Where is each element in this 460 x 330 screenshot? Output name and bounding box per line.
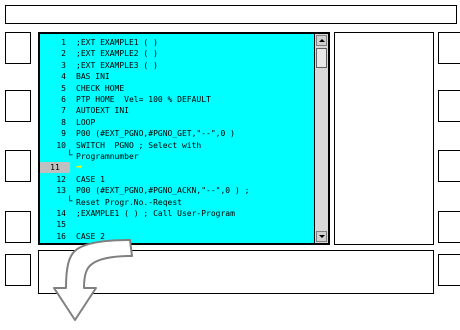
code-text: ;EXT EXAMPLE3 ( ) xyxy=(76,60,158,70)
code-line[interactable]: 12 CASE 1 xyxy=(40,174,314,185)
right-softkey-5[interactable] xyxy=(438,254,460,286)
code-line[interactable]: 8 LOOP xyxy=(40,117,314,128)
line-wrap-icon xyxy=(67,151,72,162)
code-text: Reset Progr.No.-Reqest xyxy=(76,197,182,207)
left-softkey-1[interactable] xyxy=(5,32,31,64)
code-text: AUTOEXT INI xyxy=(76,106,129,116)
line-number: 7 xyxy=(61,106,66,116)
code-text: P00 (#EXT_PGNO,#PGNO_GET,"--",0 ) xyxy=(76,129,235,139)
left-softkey-3[interactable] xyxy=(5,150,31,182)
right-softkey-4[interactable] xyxy=(438,211,460,243)
code-line[interactable]: 5 CHECK HOME xyxy=(40,83,314,94)
code-text: ;EXT EXAMPLE2 ( ) xyxy=(76,49,158,59)
line-number: 5 xyxy=(61,83,66,93)
scroll-down-button[interactable] xyxy=(316,231,327,242)
code-text: Programnumber xyxy=(76,152,139,161)
code-line[interactable]: 1 ;EXT EXAMPLE1 ( ) xyxy=(40,37,314,48)
code-line[interactable]: 15 xyxy=(40,219,314,230)
line-number: 14 xyxy=(56,209,66,218)
scroll-up-button[interactable] xyxy=(316,35,327,46)
code-line[interactable]: 3 ;EXT EXAMPLE3 ( ) xyxy=(40,60,314,71)
status-bar xyxy=(5,5,457,24)
code-line[interactable]: 11 ➡ xyxy=(40,162,314,174)
line-number: 11 xyxy=(40,162,70,174)
line-number: 9 xyxy=(61,129,66,139)
line-number: 2 xyxy=(61,49,66,59)
triangle-up-icon xyxy=(319,39,325,42)
code-line[interactable]: 4 BAS INI xyxy=(40,71,314,82)
right-softkey-2[interactable] xyxy=(438,90,460,122)
code-text: P00 (#EXT_PGNO,#PGNO_ACKN,"--",0 ) ; xyxy=(76,186,250,196)
line-wrap-icon xyxy=(67,197,72,208)
left-softkey-5[interactable] xyxy=(5,254,31,286)
line-number: 15 xyxy=(56,220,66,230)
code-text: PTP HOME Vel= 100 % DEFAULT xyxy=(76,95,211,104)
code-line[interactable]: Programnumber xyxy=(40,151,314,162)
left-softkey-2[interactable] xyxy=(5,90,31,122)
code-text: BAS INI xyxy=(76,72,110,82)
vertical-scrollbar[interactable] xyxy=(314,34,328,243)
code-text: SWITCH PGNO ; Select with xyxy=(76,140,202,150)
code-line[interactable]: 13 P00 (#EXT_PGNO,#PGNO_ACKN,"--",0 ) ; xyxy=(40,185,314,196)
code-text: CASE 1 xyxy=(76,174,105,184)
line-number: 8 xyxy=(61,117,66,127)
code-area[interactable]: 1 ;EXT EXAMPLE1 ( ) 2 ;EXT EXAMPLE2 ( ) 3 ;EX… xyxy=(40,34,314,243)
code-text: ;EXT EXAMPLE1 ( ) xyxy=(76,38,158,47)
code-line[interactable]: Reset Progr.No.-Reqest xyxy=(40,197,314,208)
line-number: 12 xyxy=(56,174,66,184)
line-number: 6 xyxy=(61,95,66,104)
info-panel xyxy=(334,32,434,245)
right-softkey-3[interactable] xyxy=(438,150,460,182)
triangle-down-icon xyxy=(319,235,325,238)
line-number: 1 xyxy=(61,38,66,47)
code-line[interactable]: 6 PTP HOME Vel= 100 % DEFAULT xyxy=(40,94,314,105)
left-softkey-4[interactable] xyxy=(5,211,31,243)
right-arrow-icon: ➡ xyxy=(76,162,83,174)
code-line[interactable]: 14 ;EXAMPLE1 ( ) ; Call User-Program xyxy=(40,208,314,219)
code-line[interactable]: 10 SWITCH PGNO ; Select with xyxy=(40,140,314,151)
code-line[interactable]: 9 P00 (#EXT_PGNO,#PGNO_GET,"--",0 ) xyxy=(40,128,314,139)
code-text: ;EXAMPLE1 ( ) ; Call User-Program xyxy=(76,209,235,218)
line-number: 10 xyxy=(56,140,66,150)
line-number: 13 xyxy=(56,186,66,196)
code-line[interactable]: 7 AUTOEXT INI xyxy=(40,105,314,116)
scrollbar-thumb[interactable] xyxy=(316,48,327,68)
code-text: CHECK HOME xyxy=(76,83,125,93)
curved-down-arrow-icon xyxy=(53,239,133,321)
line-number: 4 xyxy=(61,72,66,82)
code-text: LOOP xyxy=(76,117,96,127)
line-number: 3 xyxy=(61,60,66,70)
right-softkey-1[interactable] xyxy=(438,32,460,64)
program-editor[interactable]: 1 ;EXT EXAMPLE1 ( ) 2 ;EXT EXAMPLE2 ( ) 3 ;EX… xyxy=(38,32,330,245)
code-line[interactable]: 2 ;EXT EXAMPLE2 ( ) xyxy=(40,48,314,59)
